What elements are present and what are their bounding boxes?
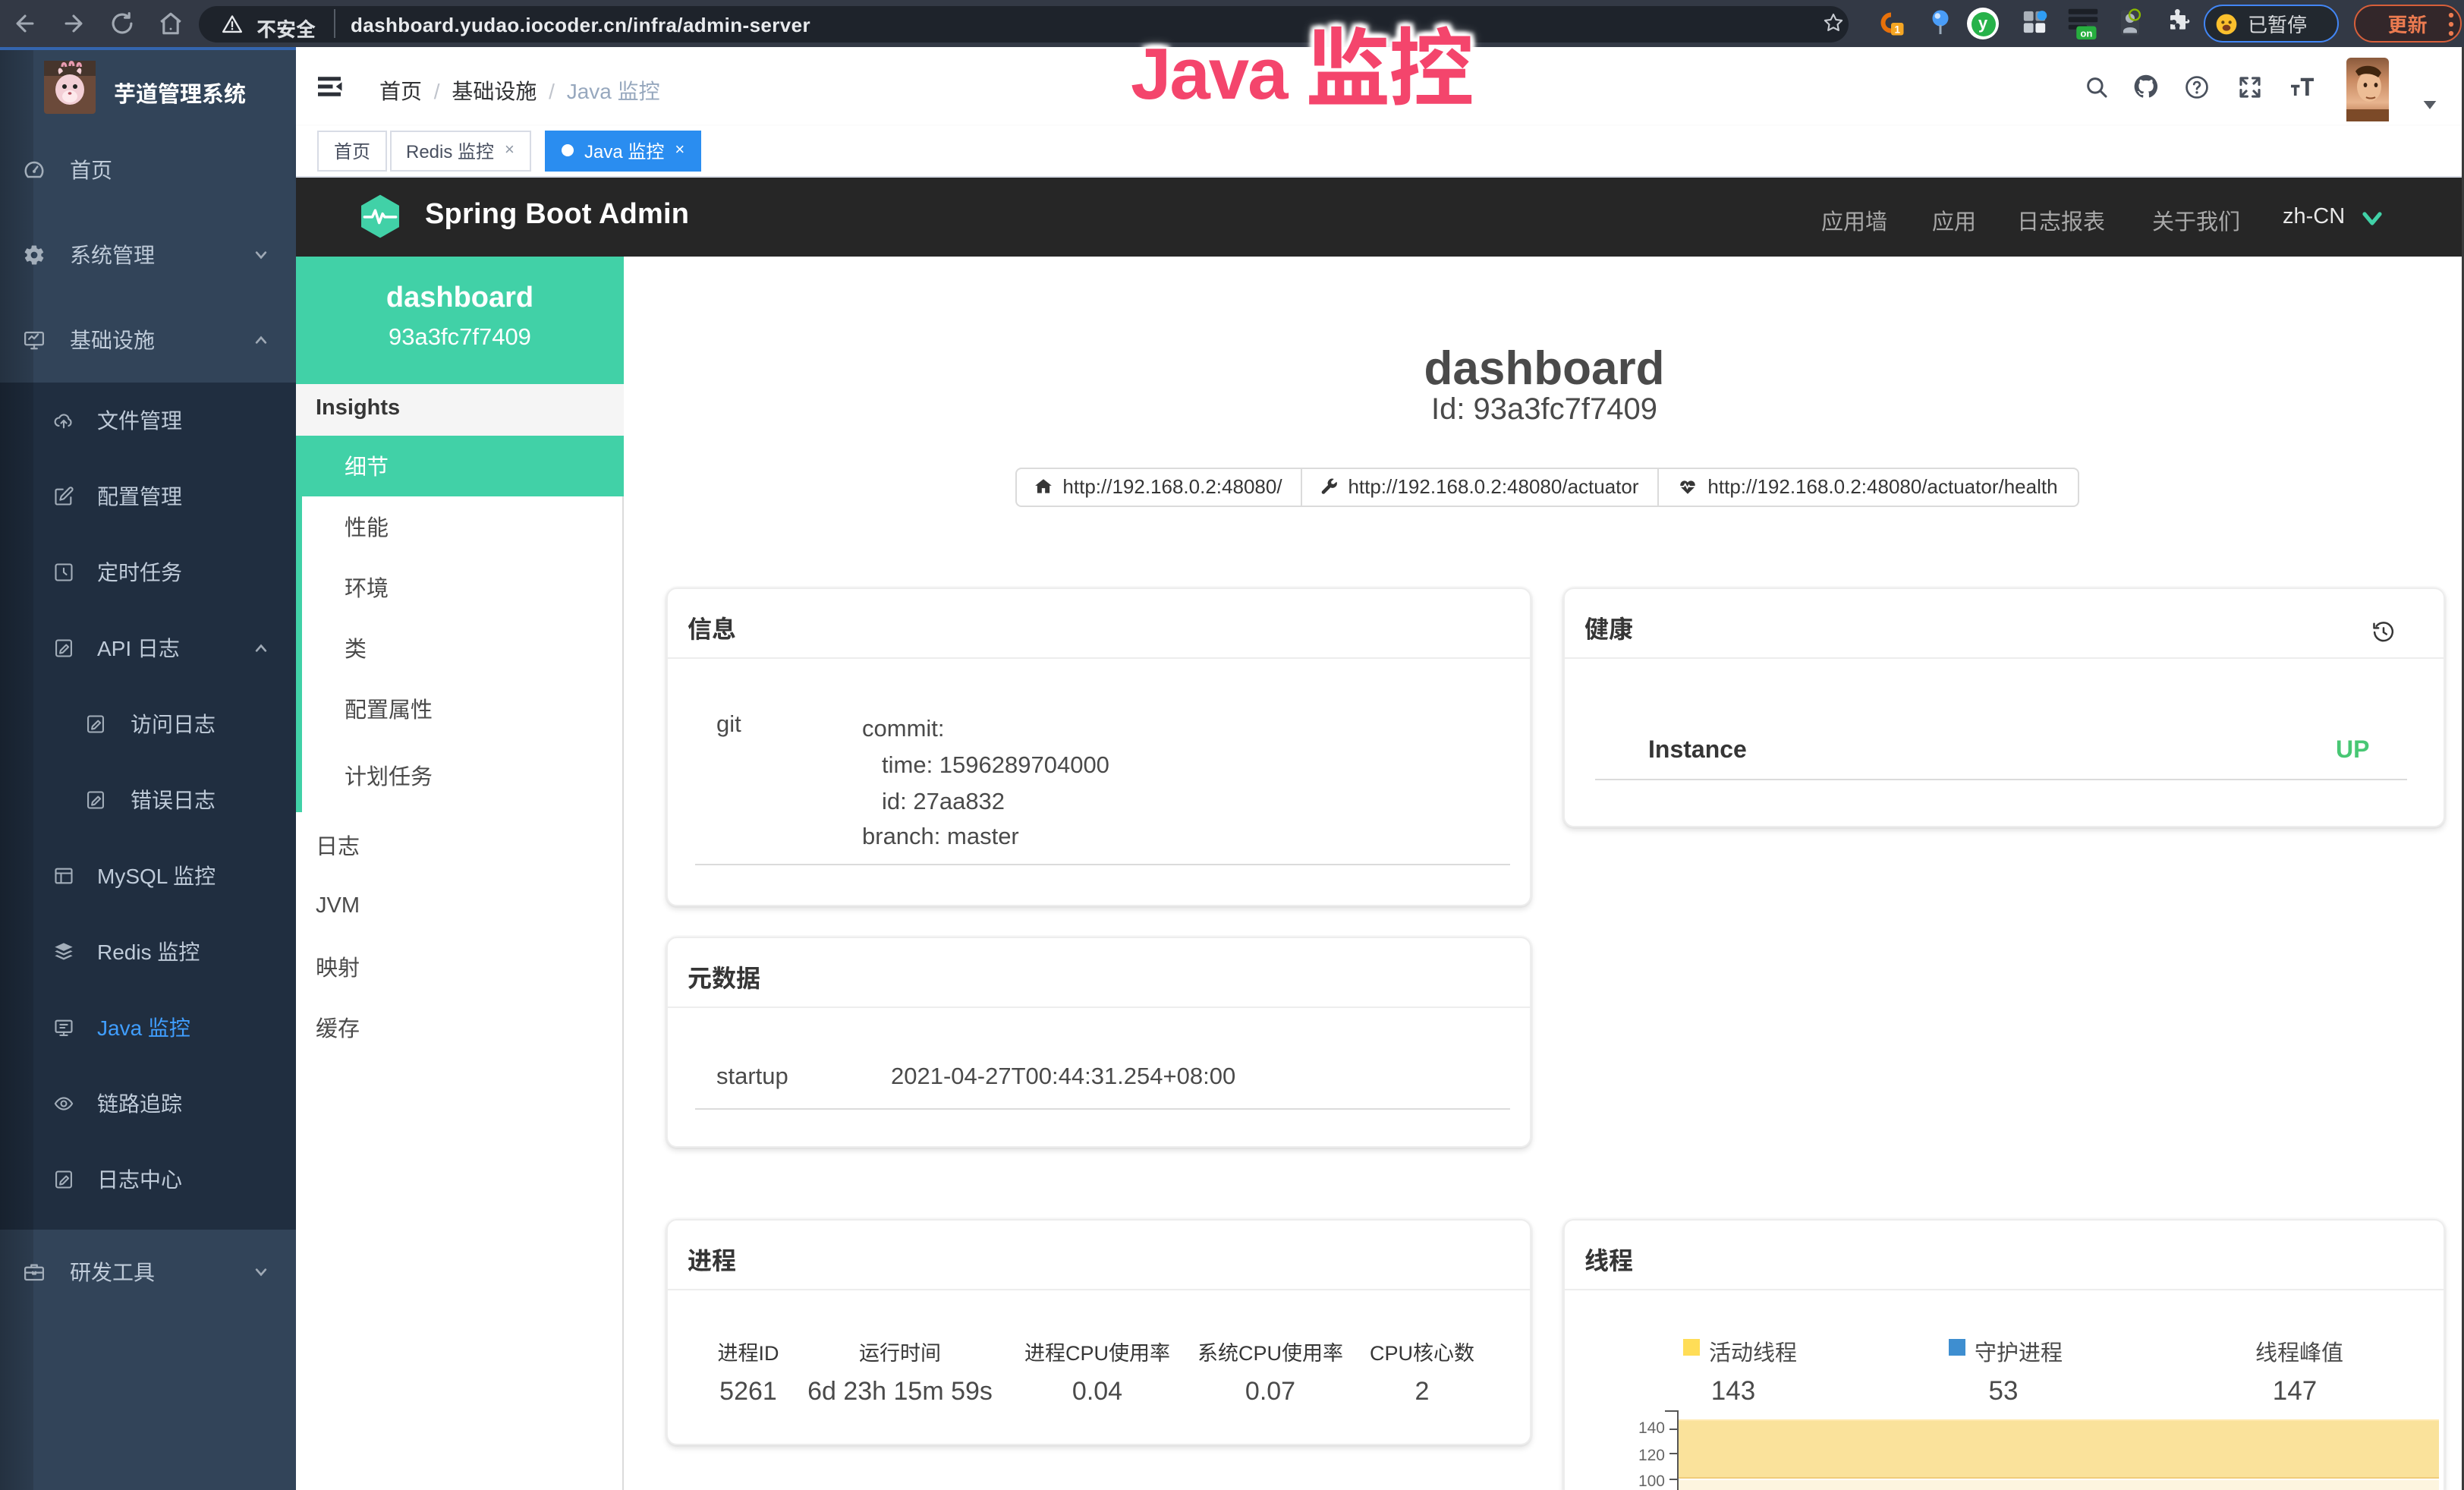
svg-text:on: on xyxy=(2080,28,2092,39)
svg-text:1: 1 xyxy=(1894,24,1900,36)
